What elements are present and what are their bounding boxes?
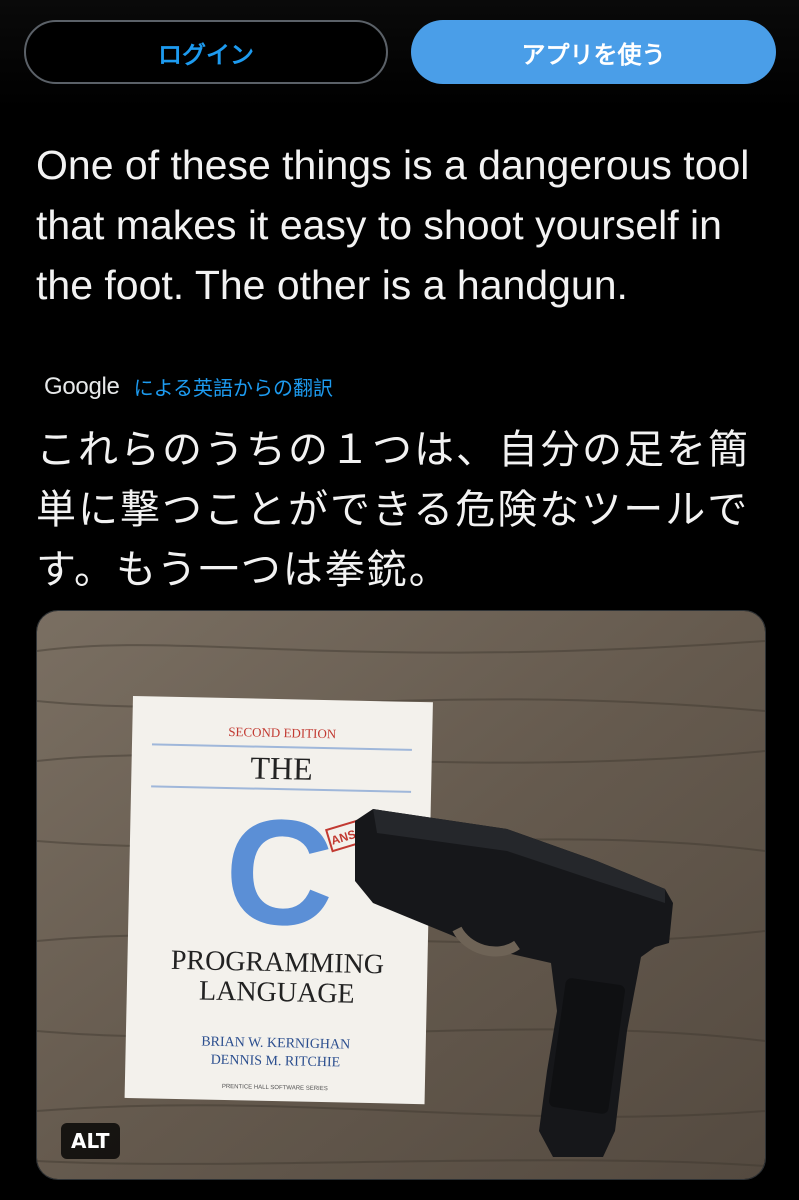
book-c-letter: C: [223, 787, 335, 957]
book-title-line2: LANGUAGE: [199, 975, 355, 1009]
alt-badge[interactable]: ALT: [61, 1123, 120, 1159]
photo-scene: SECOND EDITION THE C ANSI C PROGRAMMING …: [37, 611, 765, 1179]
translation-attribution: Google による英語からの翻訳: [44, 372, 333, 401]
login-button[interactable]: ログイン: [24, 20, 388, 84]
use-app-button[interactable]: アプリを使う: [411, 20, 776, 84]
translation-source-link[interactable]: による英語からの翻訳: [134, 372, 333, 401]
book-author2: DENNIS M. RITCHIE: [210, 1053, 340, 1071]
book-edition: SECOND EDITION: [228, 724, 337, 741]
tweet-photo[interactable]: SECOND EDITION THE C ANSI C PROGRAMMING …: [36, 610, 766, 1180]
translated-text: これらのうちの１つは、自分の足を簡単に撃つことができる危険なツールです。もう一つ…: [36, 427, 750, 593]
book-author1: BRIAN W. KERNIGHAN: [201, 1035, 350, 1053]
tweet-text: One of these things is a dangerous tool …: [36, 142, 750, 308]
google-logo: Google: [44, 372, 120, 400]
top-bar: ログイン アプリを使う: [0, 0, 799, 110]
book-the: THE: [250, 749, 313, 786]
